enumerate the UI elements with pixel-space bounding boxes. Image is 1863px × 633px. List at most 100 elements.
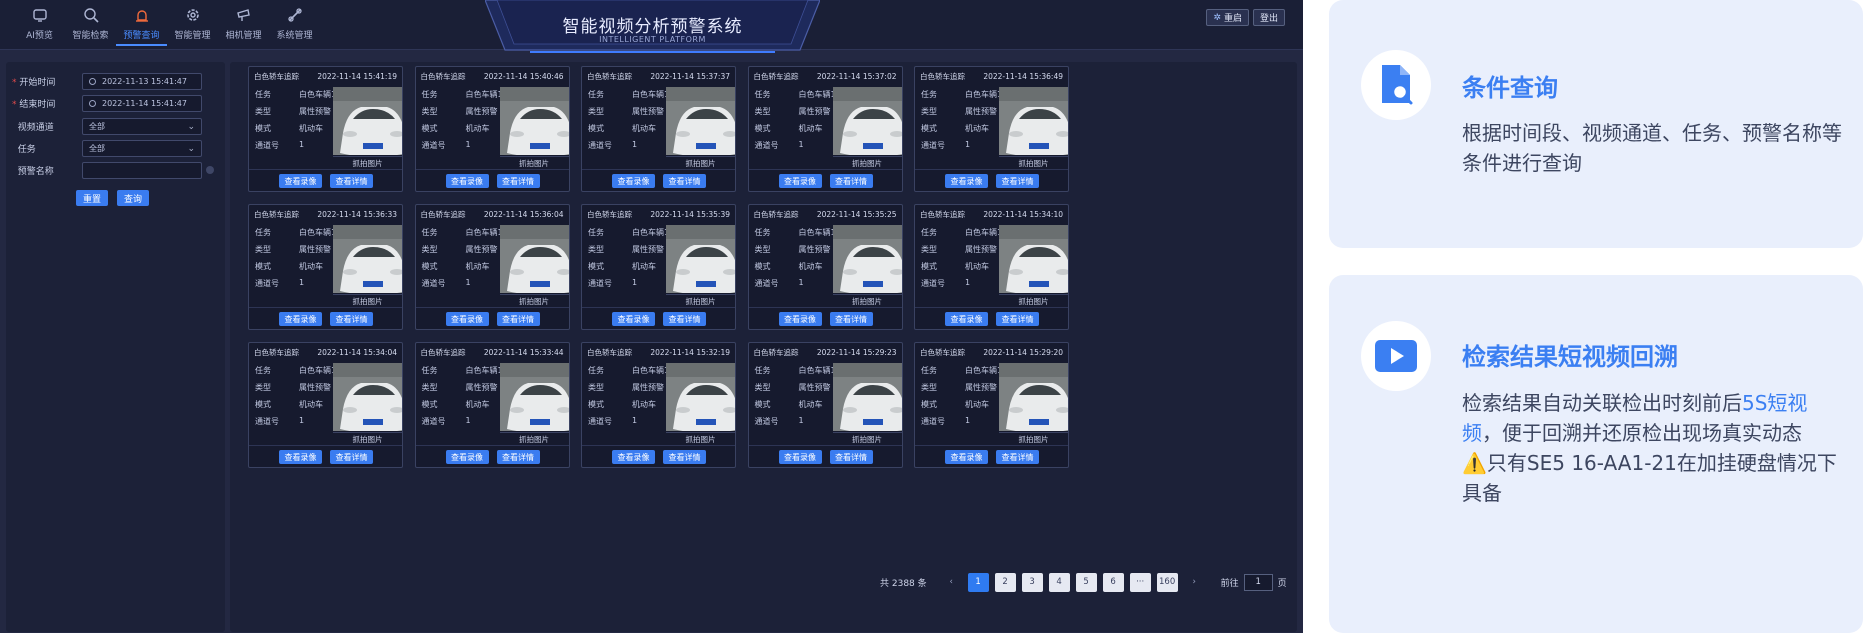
- nav-item-0[interactable]: AI预览: [14, 6, 65, 46]
- page-button[interactable]: 5: [1075, 572, 1097, 592]
- view-video-button[interactable]: 查看录像: [279, 174, 322, 188]
- view-video-button[interactable]: 查看录像: [445, 312, 489, 326]
- view-video-button[interactable]: 查看录像: [778, 174, 822, 188]
- capture-thumbnail[interactable]: [333, 363, 402, 431]
- results-area: 共 2388 条 ‹ 1 2 3 4 5 6 ··· 160 › 前往 1 页 白色轿车追踪 2…: [230, 62, 1297, 632]
- view-video-button[interactable]: 查看录像: [279, 450, 322, 464]
- capture-thumbnail[interactable]: [666, 87, 735, 155]
- capture-thumbnail[interactable]: [666, 363, 735, 431]
- view-detail-button[interactable]: 查看详情: [330, 174, 373, 188]
- capture-caption: 抓拍图片: [999, 432, 1068, 445]
- channel-select[interactable]: 全部 ⌄: [82, 117, 202, 135]
- card-time: 2022-11-14 15:29:20: [983, 347, 1063, 357]
- card-body: 任务 白色车辆1 类型 属性预警 模式 机动车 通道号 1 抓拍图片: [915, 361, 1068, 445]
- alarm-card: 白色轿车追踪 2022-11-14 15:32:19 任务 白色车辆1 类型 属性预警 模式…: [581, 342, 736, 468]
- view-detail-button[interactable]: 查看详情: [330, 450, 373, 464]
- capture-thumbnail[interactable]: [666, 225, 735, 293]
- page-button[interactable]: 6: [1102, 572, 1124, 592]
- card-title: 白色轿车追踪: [587, 71, 632, 81]
- ai-preview-icon: [31, 6, 49, 24]
- type-row: 类型 属性预警: [255, 245, 331, 254]
- page-button[interactable]: 2: [994, 572, 1016, 592]
- view-video-button[interactable]: 查看录像: [445, 450, 489, 464]
- task-select[interactable]: 全部 ⌄: [82, 139, 202, 157]
- card-title: 白色轿车追踪: [254, 209, 299, 219]
- view-video-button[interactable]: 查看录像: [445, 174, 489, 188]
- view-detail-button[interactable]: 查看详情: [996, 312, 1039, 326]
- view-detail-button[interactable]: 查看详情: [829, 450, 873, 464]
- end-time-input[interactable]: 2022-11-14 15:41:47: [82, 94, 202, 112]
- view-video-button[interactable]: 查看录像: [778, 450, 822, 464]
- nav-item-3[interactable]: 智能管理: [167, 6, 218, 46]
- type-row: 类型 属性预警: [421, 383, 498, 392]
- capture-thumbnail[interactable]: [333, 225, 402, 293]
- card-time: 2022-11-14 15:37:02: [816, 71, 897, 81]
- view-detail-button[interactable]: 查看详情: [663, 174, 706, 188]
- app-window: AI预览 智能检索 预警查询 智能管理 相机管理 系统管理 智能视频分析预警系统 INTE…: [0, 0, 1303, 633]
- capture-thumbnail[interactable]: [333, 87, 402, 155]
- prev-page-button[interactable]: ‹: [941, 573, 962, 592]
- capture-thumbnail[interactable]: [499, 87, 569, 155]
- card-time: 2022-11-14 15:34:10: [983, 209, 1063, 219]
- page-ellipsis-button[interactable]: ···: [1129, 572, 1151, 592]
- view-video-button[interactable]: 查看录像: [945, 450, 988, 464]
- alarm-name-input[interactable]: [82, 161, 202, 179]
- view-video-button[interactable]: 查看录像: [945, 174, 988, 188]
- page-button[interactable]: 1: [967, 572, 989, 592]
- nav-item-4[interactable]: 相机管理: [218, 6, 269, 46]
- view-detail-button[interactable]: 查看详情: [829, 174, 873, 188]
- video-play-icon: [1361, 321, 1431, 391]
- start-time-input[interactable]: 2022-11-13 15:41:47: [82, 72, 202, 90]
- view-video-button[interactable]: 查看录像: [612, 450, 655, 464]
- task-row: 任务 白色车辆1: [921, 366, 1003, 375]
- view-detail-button[interactable]: 查看详情: [996, 174, 1039, 188]
- view-detail-button[interactable]: 查看详情: [829, 312, 873, 326]
- task-row: 任务 全部 ⌄: [12, 139, 202, 157]
- capture-thumbnail[interactable]: [499, 363, 569, 431]
- card-title: 白色轿车追踪: [587, 347, 632, 357]
- nav-item-2[interactable]: 预警查询: [116, 6, 167, 46]
- nav-item-1[interactable]: 智能检索: [65, 6, 116, 46]
- view-video-button[interactable]: 查看录像: [945, 312, 988, 326]
- restart-button[interactable]: ✲ 重启: [1206, 9, 1249, 26]
- capture-caption: 抓拍图片: [832, 432, 902, 445]
- page-button[interactable]: 4: [1048, 572, 1070, 592]
- nav-item-5[interactable]: 系统管理: [269, 6, 320, 46]
- task-row: 任务 白色车辆1: [588, 228, 670, 237]
- view-detail-button[interactable]: 查看详情: [496, 174, 540, 188]
- capture-thumbnail[interactable]: [999, 363, 1068, 431]
- capture-caption: 抓拍图片: [499, 156, 569, 169]
- next-page-button[interactable]: ›: [1184, 573, 1205, 592]
- view-detail-button[interactable]: 查看详情: [996, 450, 1039, 464]
- task-row: 任务 白色车辆1: [255, 228, 337, 237]
- page-button[interactable]: 160: [1156, 572, 1178, 592]
- card-actions: 查看录像 查看详情: [415, 445, 569, 467]
- logout-button[interactable]: 登出: [1252, 9, 1285, 26]
- view-video-button[interactable]: 查看录像: [778, 312, 822, 326]
- query-button[interactable]: 查询: [117, 190, 149, 206]
- capture-thumbnail[interactable]: [832, 363, 902, 431]
- view-detail-button[interactable]: 查看详情: [663, 450, 706, 464]
- type-row: 类型 属性预警: [421, 107, 498, 116]
- view-detail-button[interactable]: 查看详情: [496, 312, 540, 326]
- capture-thumbnail[interactable]: [832, 225, 902, 293]
- page-button[interactable]: 3: [1021, 572, 1043, 592]
- view-detail-button[interactable]: 查看详情: [496, 450, 540, 464]
- view-video-button[interactable]: 查看录像: [612, 312, 655, 326]
- goto-page-input[interactable]: 1: [1243, 573, 1273, 591]
- card-title: 白色轿车追踪: [920, 347, 965, 357]
- filter-panel: * 开始时间 2022-11-13 15:41:47 * 结束时间 2022-1…: [6, 62, 225, 632]
- capture-thumbnail[interactable]: [832, 87, 902, 155]
- card-actions: 查看录像 查看详情: [582, 445, 735, 467]
- capture-thumbnail[interactable]: [499, 225, 569, 293]
- capture-thumbnail[interactable]: [999, 87, 1068, 155]
- view-detail-button[interactable]: 查看详情: [330, 312, 373, 326]
- view-video-button[interactable]: 查看录像: [279, 312, 322, 326]
- capture-thumbnail[interactable]: [999, 225, 1068, 293]
- reset-button[interactable]: 重置: [76, 190, 108, 206]
- main-nav: AI预览 智能检索 预警查询 智能管理 相机管理 系统管理: [14, 6, 320, 46]
- view-video-button[interactable]: 查看录像: [612, 174, 655, 188]
- alarm-card: 白色轿车追踪 2022-11-14 15:41:19 任务 白色车辆1 类型 属性预警 模式…: [248, 66, 403, 192]
- chevron-down-icon: ⌄: [187, 143, 195, 154]
- view-detail-button[interactable]: 查看详情: [663, 312, 706, 326]
